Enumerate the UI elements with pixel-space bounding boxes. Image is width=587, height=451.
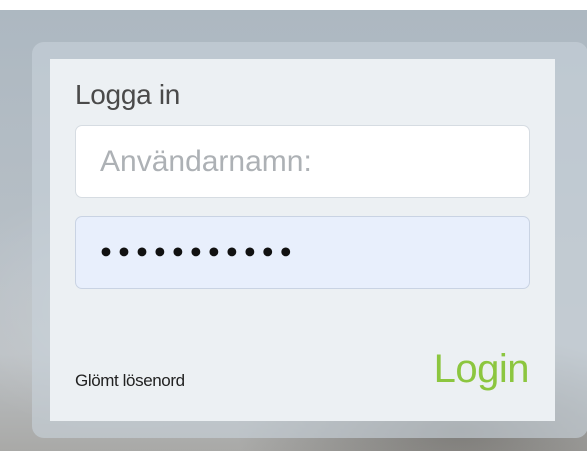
password-input[interactable]: ••••••••••• — [75, 216, 530, 289]
login-title: Logga in — [75, 79, 181, 110]
password-masked-value: ••••••••••• — [98, 238, 296, 267]
username-input[interactable] — [75, 125, 530, 198]
login-panel: Logga in ••••••••••• Glömt lösenord Logi… — [50, 59, 555, 421]
login-button[interactable]: Login — [434, 347, 530, 392]
forgot-password-link[interactable]: Glömt lösenord — [75, 371, 185, 391]
